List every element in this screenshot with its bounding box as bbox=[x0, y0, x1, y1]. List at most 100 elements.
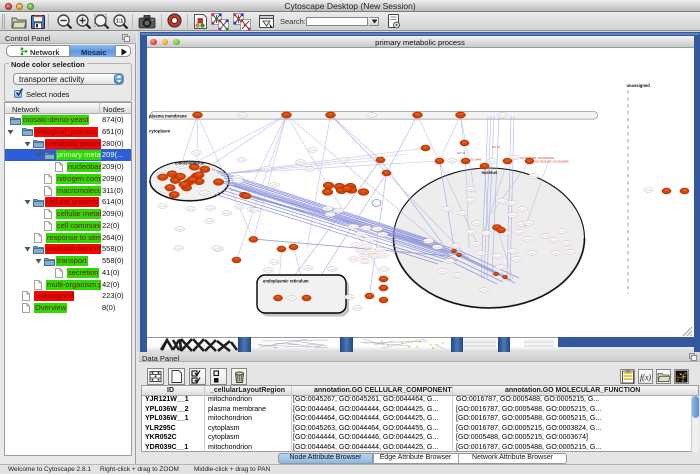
svg-text:nucleus: nucleus bbox=[481, 170, 497, 175]
svg-text:unassigned: unassigned bbox=[626, 83, 650, 88]
svg-text:GO:00: GO:00 bbox=[453, 275, 460, 277]
svg-text:GO:00: GO:00 bbox=[524, 239, 531, 241]
svg-text:GO:00: GO:00 bbox=[187, 209, 194, 211]
svg-text:GO:00: GO:00 bbox=[434, 247, 441, 249]
svg-text:GO:00: GO:00 bbox=[473, 223, 480, 225]
svg-text:GO:00: GO:00 bbox=[288, 298, 295, 300]
svg-text:GO:00: GO:00 bbox=[265, 270, 272, 272]
svg-text:GO:00: GO:00 bbox=[239, 115, 246, 117]
svg-text:GO:00: GO:00 bbox=[365, 240, 372, 242]
svg-text:GO:00: GO:00 bbox=[379, 234, 386, 236]
svg-text:GO:00: GO:00 bbox=[362, 228, 369, 230]
svg-text:GO:00: GO:00 bbox=[213, 248, 220, 250]
svg-text:GO:44: GO:44 bbox=[457, 151, 466, 155]
svg-text:GO:00: GO:00 bbox=[563, 243, 570, 245]
svg-text:GO:00: GO:00 bbox=[368, 251, 375, 253]
svg-text:endoplasmic reticulum: endoplasmic reticulum bbox=[263, 278, 309, 283]
svg-text:GO:00: GO:00 bbox=[519, 209, 526, 211]
svg-text:GO:00: GO:00 bbox=[350, 259, 357, 261]
svg-text:GO:00: GO:00 bbox=[513, 259, 520, 261]
svg-text:GO:00: GO:00 bbox=[335, 210, 342, 212]
svg-text:GO:00: GO:00 bbox=[297, 162, 304, 164]
svg-text:GO:00: GO:00 bbox=[207, 208, 214, 210]
svg-text:GO:00: GO:00 bbox=[499, 201, 506, 203]
svg-text:GO:00: GO:00 bbox=[553, 253, 560, 255]
svg-text:1:1: 1:1 bbox=[116, 19, 123, 25]
svg-text:GO:00: GO:00 bbox=[238, 160, 245, 162]
svg-text:GO:00: GO:00 bbox=[497, 267, 504, 269]
svg-text:GO:00: GO:00 bbox=[326, 214, 333, 216]
svg-text:GO:0031090, GO:0019866: GO:0031090, GO:0019866 bbox=[535, 160, 569, 164]
svg-text:GO:00: GO:00 bbox=[271, 262, 278, 264]
svg-text:mitochondrion: mitochondrion bbox=[175, 160, 205, 165]
svg-text:GO:00: GO:00 bbox=[452, 246, 459, 248]
svg-text:GO:00: GO:00 bbox=[444, 209, 451, 211]
svg-text:GO:00: GO:00 bbox=[329, 269, 336, 271]
svg-text:GO:00: GO:00 bbox=[530, 176, 537, 178]
svg-text:GO:00: GO:00 bbox=[511, 157, 518, 159]
svg-text:GO:00: GO:00 bbox=[223, 213, 230, 215]
svg-text:GO:00: GO:00 bbox=[357, 251, 364, 253]
svg-text:GO:00: GO:00 bbox=[499, 115, 506, 117]
svg-text:GO:00: GO:00 bbox=[357, 234, 364, 236]
svg-text:GO:31: GO:31 bbox=[492, 145, 501, 149]
svg-text:GO:00: GO:00 bbox=[368, 115, 375, 117]
svg-text:GO:00: GO:00 bbox=[306, 169, 313, 171]
svg-text:GO:00: GO:00 bbox=[178, 166, 185, 168]
svg-text:GO:00: GO:00 bbox=[508, 203, 515, 205]
svg-text:GO:00: GO:00 bbox=[175, 248, 182, 250]
svg-text:GO:00: GO:00 bbox=[236, 207, 243, 209]
svg-text:GO:00: GO:00 bbox=[542, 236, 549, 238]
svg-text:GO:00: GO:00 bbox=[645, 190, 652, 192]
svg-text:GO:00: GO:00 bbox=[176, 229, 183, 231]
svg-text:GO:00: GO:00 bbox=[446, 261, 453, 263]
svg-text:GO:00: GO:00 bbox=[234, 181, 241, 183]
svg-text:GO:00: GO:00 bbox=[360, 256, 367, 258]
svg-text:GO:00: GO:00 bbox=[516, 232, 523, 234]
svg-text:GO:00: GO:00 bbox=[502, 233, 509, 235]
svg-text:GO:00: GO:00 bbox=[371, 256, 378, 258]
svg-text:GO:00: GO:00 bbox=[558, 231, 565, 233]
svg-text:GO:00: GO:00 bbox=[206, 221, 213, 223]
svg-text:GO:00: GO:00 bbox=[467, 200, 474, 202]
svg-text:GO:00: GO:00 bbox=[252, 210, 259, 212]
svg-text:f(x): f(x) bbox=[640, 373, 651, 382]
svg-text:GO:00: GO:00 bbox=[494, 256, 501, 258]
svg-text:plasma membrane: plasma membrane bbox=[149, 113, 187, 118]
svg-text:GO:00: GO:00 bbox=[550, 240, 557, 242]
svg-text:GO:00: GO:00 bbox=[350, 226, 357, 228]
svg-text:GO:00: GO:00 bbox=[525, 223, 532, 225]
svg-text:GO:00: GO:00 bbox=[305, 268, 312, 270]
svg-text:GO:00: GO:00 bbox=[483, 233, 490, 235]
svg-text:GO:00: GO:00 bbox=[439, 271, 446, 273]
svg-text:GO:00: GO:00 bbox=[472, 244, 479, 246]
svg-text:GO:00: GO:00 bbox=[380, 256, 387, 258]
svg-text:GO:00: GO:00 bbox=[340, 160, 347, 162]
svg-text:GO:00: GO:00 bbox=[567, 252, 574, 254]
svg-text:GO:00: GO:00 bbox=[373, 229, 380, 231]
svg-text:GO:00: GO:00 bbox=[377, 249, 384, 251]
svg-text:GO:00: GO:00 bbox=[363, 246, 370, 248]
svg-text:GO:00: GO:00 bbox=[193, 153, 200, 155]
svg-text:GO:00: GO:00 bbox=[352, 245, 359, 247]
svg-text:GO:00: GO:00 bbox=[381, 269, 388, 271]
svg-text:GO:00: GO:00 bbox=[467, 189, 474, 191]
svg-text:GO:00: GO:00 bbox=[467, 232, 474, 234]
svg-text:GO:00: GO:00 bbox=[361, 261, 368, 263]
svg-text:GO:0445: GO:0445 bbox=[470, 158, 482, 162]
svg-text:GO:00: GO:00 bbox=[425, 241, 432, 243]
svg-text:GO:00: GO:00 bbox=[528, 253, 535, 255]
svg-text:GO:00: GO:00 bbox=[509, 215, 516, 217]
svg-text:GO:00: GO:00 bbox=[159, 206, 166, 208]
svg-text:GO:00: GO:00 bbox=[354, 308, 361, 310]
svg-text:GO:00: GO:00 bbox=[346, 297, 353, 299]
svg-text:GO:00: GO:00 bbox=[309, 150, 316, 152]
svg-text:GO:00: GO:00 bbox=[509, 251, 516, 253]
svg-text:GO:00: GO:00 bbox=[263, 168, 270, 170]
svg-text:GO:00: GO:00 bbox=[481, 290, 488, 292]
svg-text:cytoplasm: cytoplasm bbox=[149, 128, 170, 133]
svg-text:GO:00: GO:00 bbox=[448, 161, 455, 163]
svg-text:GO:00: GO:00 bbox=[459, 213, 466, 215]
svg-text:GO:00: GO:00 bbox=[271, 185, 278, 187]
svg-text:GO:00: GO:00 bbox=[324, 208, 331, 210]
